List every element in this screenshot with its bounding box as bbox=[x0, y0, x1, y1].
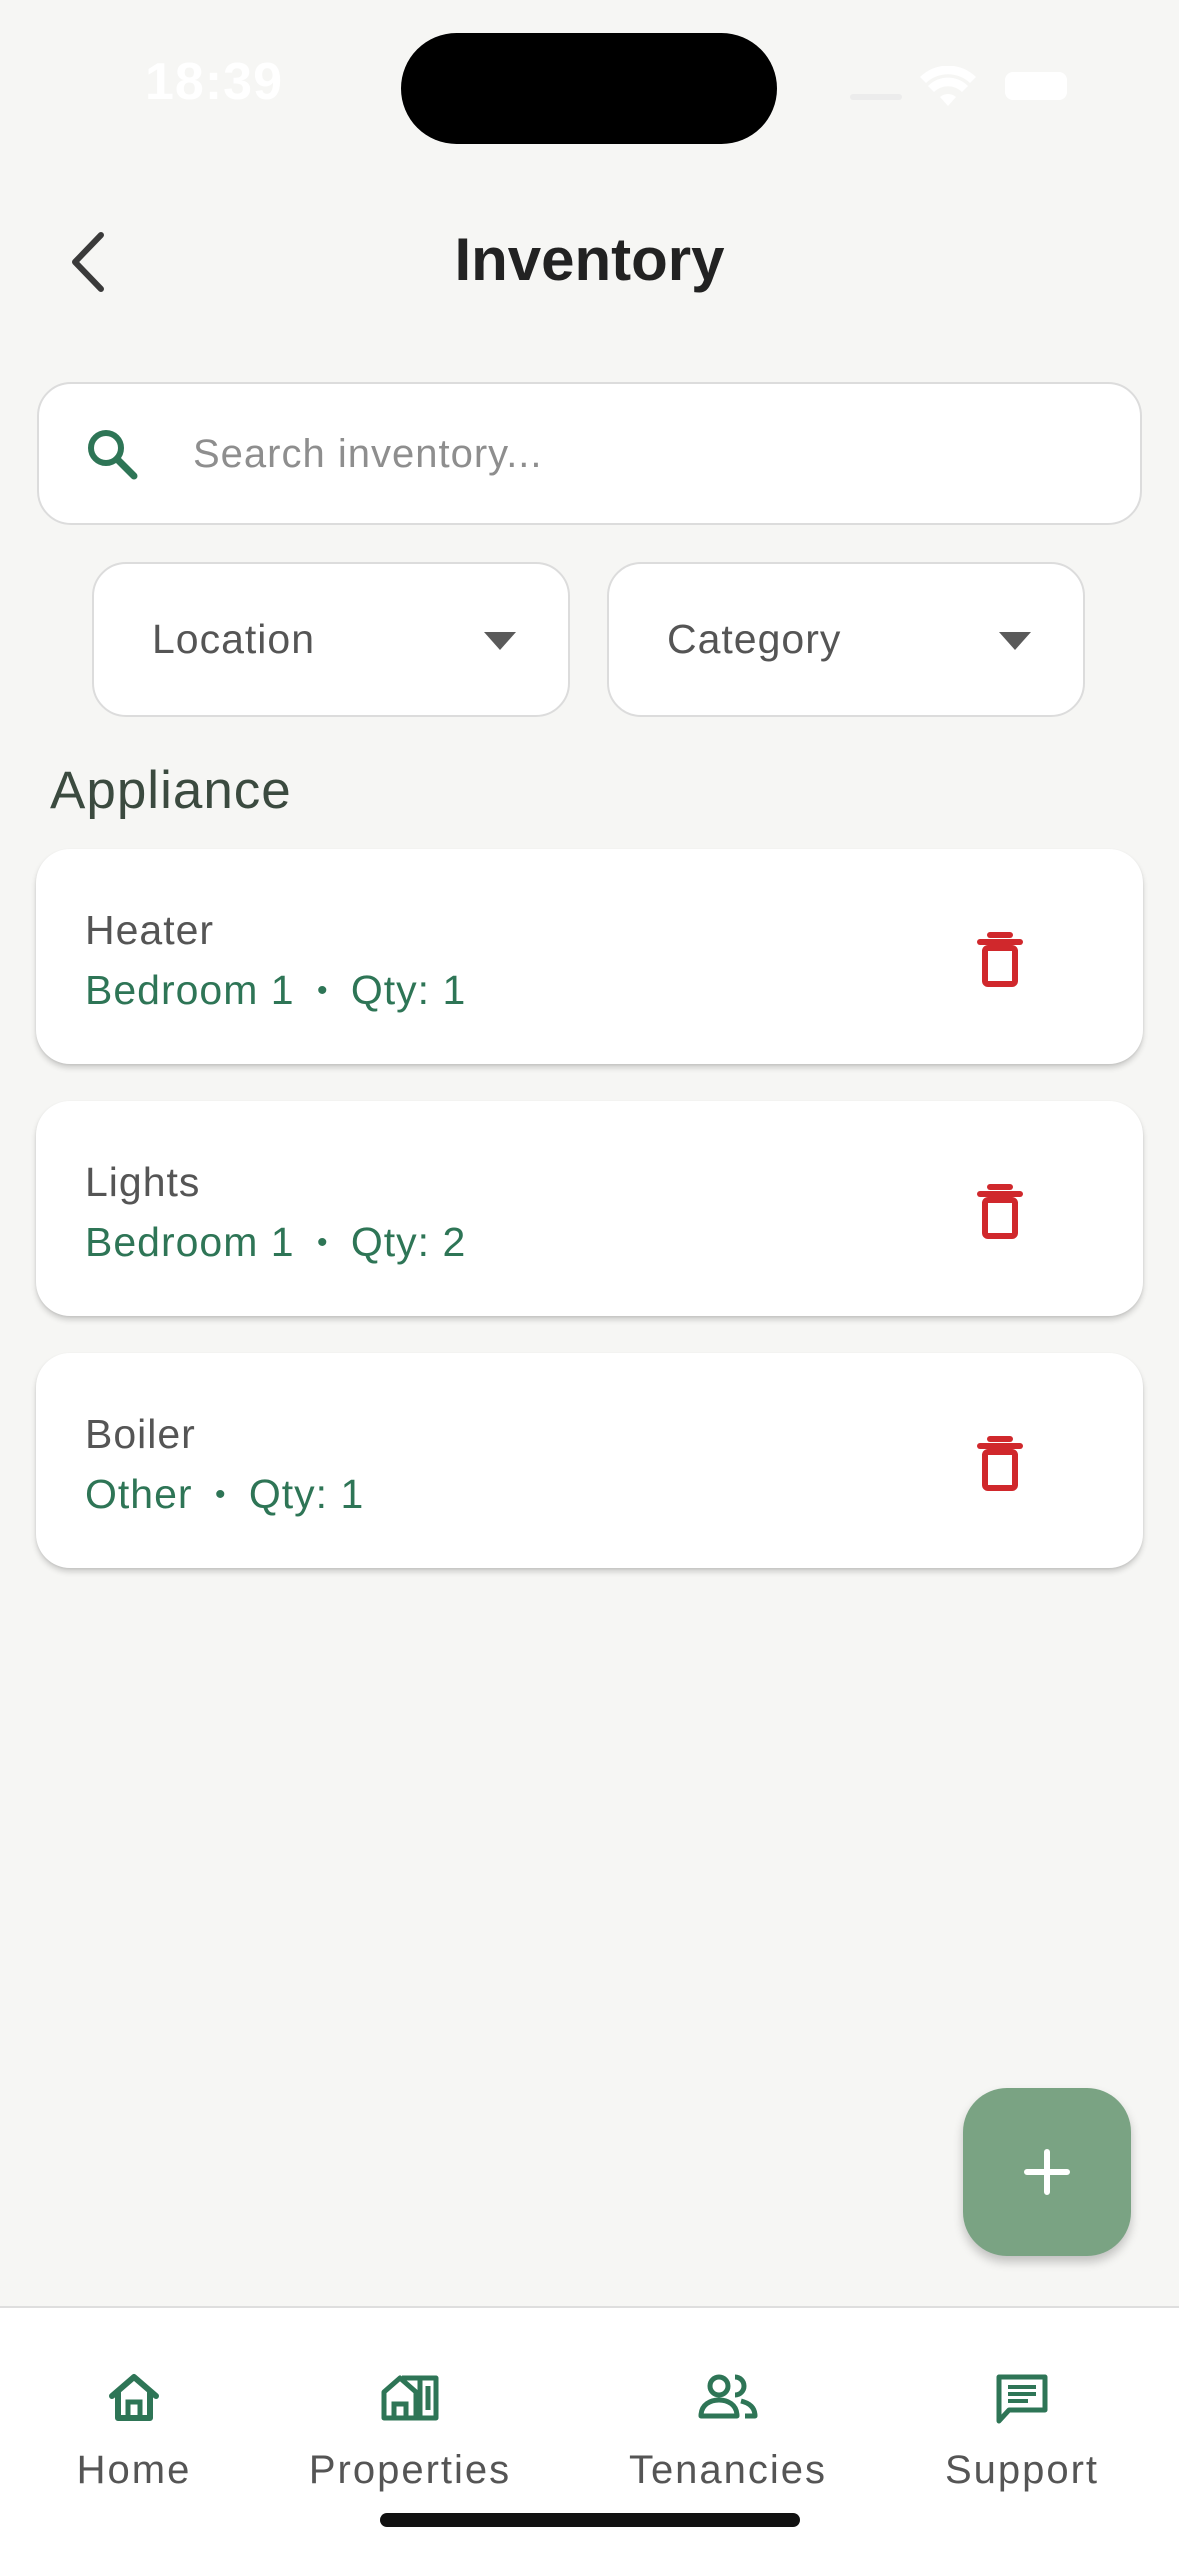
inventory-item-card[interactable]: Lights Bedroom 1 • Qty: 2 bbox=[36, 1101, 1143, 1316]
wifi-icon bbox=[920, 66, 976, 106]
cellular-signal-icon bbox=[850, 94, 902, 100]
item-name: Heater bbox=[85, 907, 215, 953]
delete-button[interactable] bbox=[970, 1181, 1030, 1241]
dynamic-island bbox=[401, 33, 777, 144]
delete-button[interactable] bbox=[970, 929, 1030, 989]
trash-icon bbox=[977, 1184, 1023, 1239]
properties-icon bbox=[381, 2375, 439, 2421]
location-dropdown[interactable]: Location bbox=[92, 562, 570, 717]
item-details: Bedroom 1 • Qty: 1 bbox=[85, 967, 466, 1014]
page-title: Inventory bbox=[454, 226, 725, 293]
search-input[interactable] bbox=[193, 414, 1093, 494]
inventory-item-card[interactable]: Heater Bedroom 1 • Qty: 1 bbox=[36, 849, 1143, 1064]
caret-down-icon bbox=[484, 632, 516, 650]
plus-icon bbox=[1024, 2149, 1070, 2195]
item-details: Bedroom 1 • Qty: 2 bbox=[85, 1219, 466, 1266]
chat-icon bbox=[996, 2374, 1048, 2424]
nav-label: Tenancies bbox=[628, 2448, 828, 2492]
item-separator: • bbox=[214, 1478, 227, 1511]
item-separator: • bbox=[316, 1226, 329, 1259]
category-dropdown[interactable]: Category bbox=[607, 562, 1085, 717]
item-location: Bedroom 1 bbox=[85, 1219, 295, 1265]
item-location: Bedroom 1 bbox=[85, 967, 295, 1013]
nav-label: Home bbox=[76, 2448, 192, 2492]
status-icons bbox=[850, 64, 1070, 108]
nav-label: Support bbox=[944, 2448, 1100, 2492]
item-name: Lights bbox=[85, 1159, 201, 1205]
status-time: 18:39 bbox=[145, 53, 283, 111]
item-separator: • bbox=[316, 974, 329, 1007]
item-quantity: Qty: 2 bbox=[350, 1219, 467, 1265]
inventory-screen: 18:39 Inventory Location Category bbox=[0, 0, 1179, 2556]
item-details: Other • Qty: 1 bbox=[85, 1471, 364, 1518]
category-dropdown-label: Category bbox=[667, 616, 842, 662]
home-indicator[interactable] bbox=[380, 2513, 800, 2527]
home-icon bbox=[109, 2374, 159, 2421]
nav-item-properties[interactable]: Properties bbox=[280, 2308, 540, 2498]
search-icon bbox=[88, 430, 138, 480]
nav-item-tenancies[interactable]: Tenancies bbox=[598, 2308, 858, 2498]
people-icon bbox=[698, 2374, 758, 2419]
item-quantity: Qty: 1 bbox=[248, 1471, 365, 1517]
item-name: Boiler bbox=[85, 1411, 196, 1457]
search-box[interactable] bbox=[37, 382, 1142, 525]
trash-icon bbox=[977, 1436, 1023, 1491]
delete-button[interactable] bbox=[970, 1433, 1030, 1493]
location-dropdown-label: Location bbox=[152, 616, 316, 662]
nav-item-home[interactable]: Home bbox=[4, 2308, 264, 2498]
nav-label: Properties bbox=[308, 2448, 512, 2492]
battery-icon bbox=[1005, 72, 1067, 100]
inventory-item-card[interactable]: Boiler Other • Qty: 1 bbox=[36, 1353, 1143, 1568]
caret-down-icon bbox=[999, 632, 1031, 650]
add-item-button[interactable] bbox=[963, 2088, 1131, 2256]
nav-item-support[interactable]: Support bbox=[892, 2308, 1152, 2498]
item-location: Other bbox=[85, 1471, 193, 1517]
item-quantity: Qty: 1 bbox=[350, 967, 467, 1013]
trash-icon bbox=[977, 932, 1023, 987]
section-title: Appliance bbox=[50, 761, 292, 820]
